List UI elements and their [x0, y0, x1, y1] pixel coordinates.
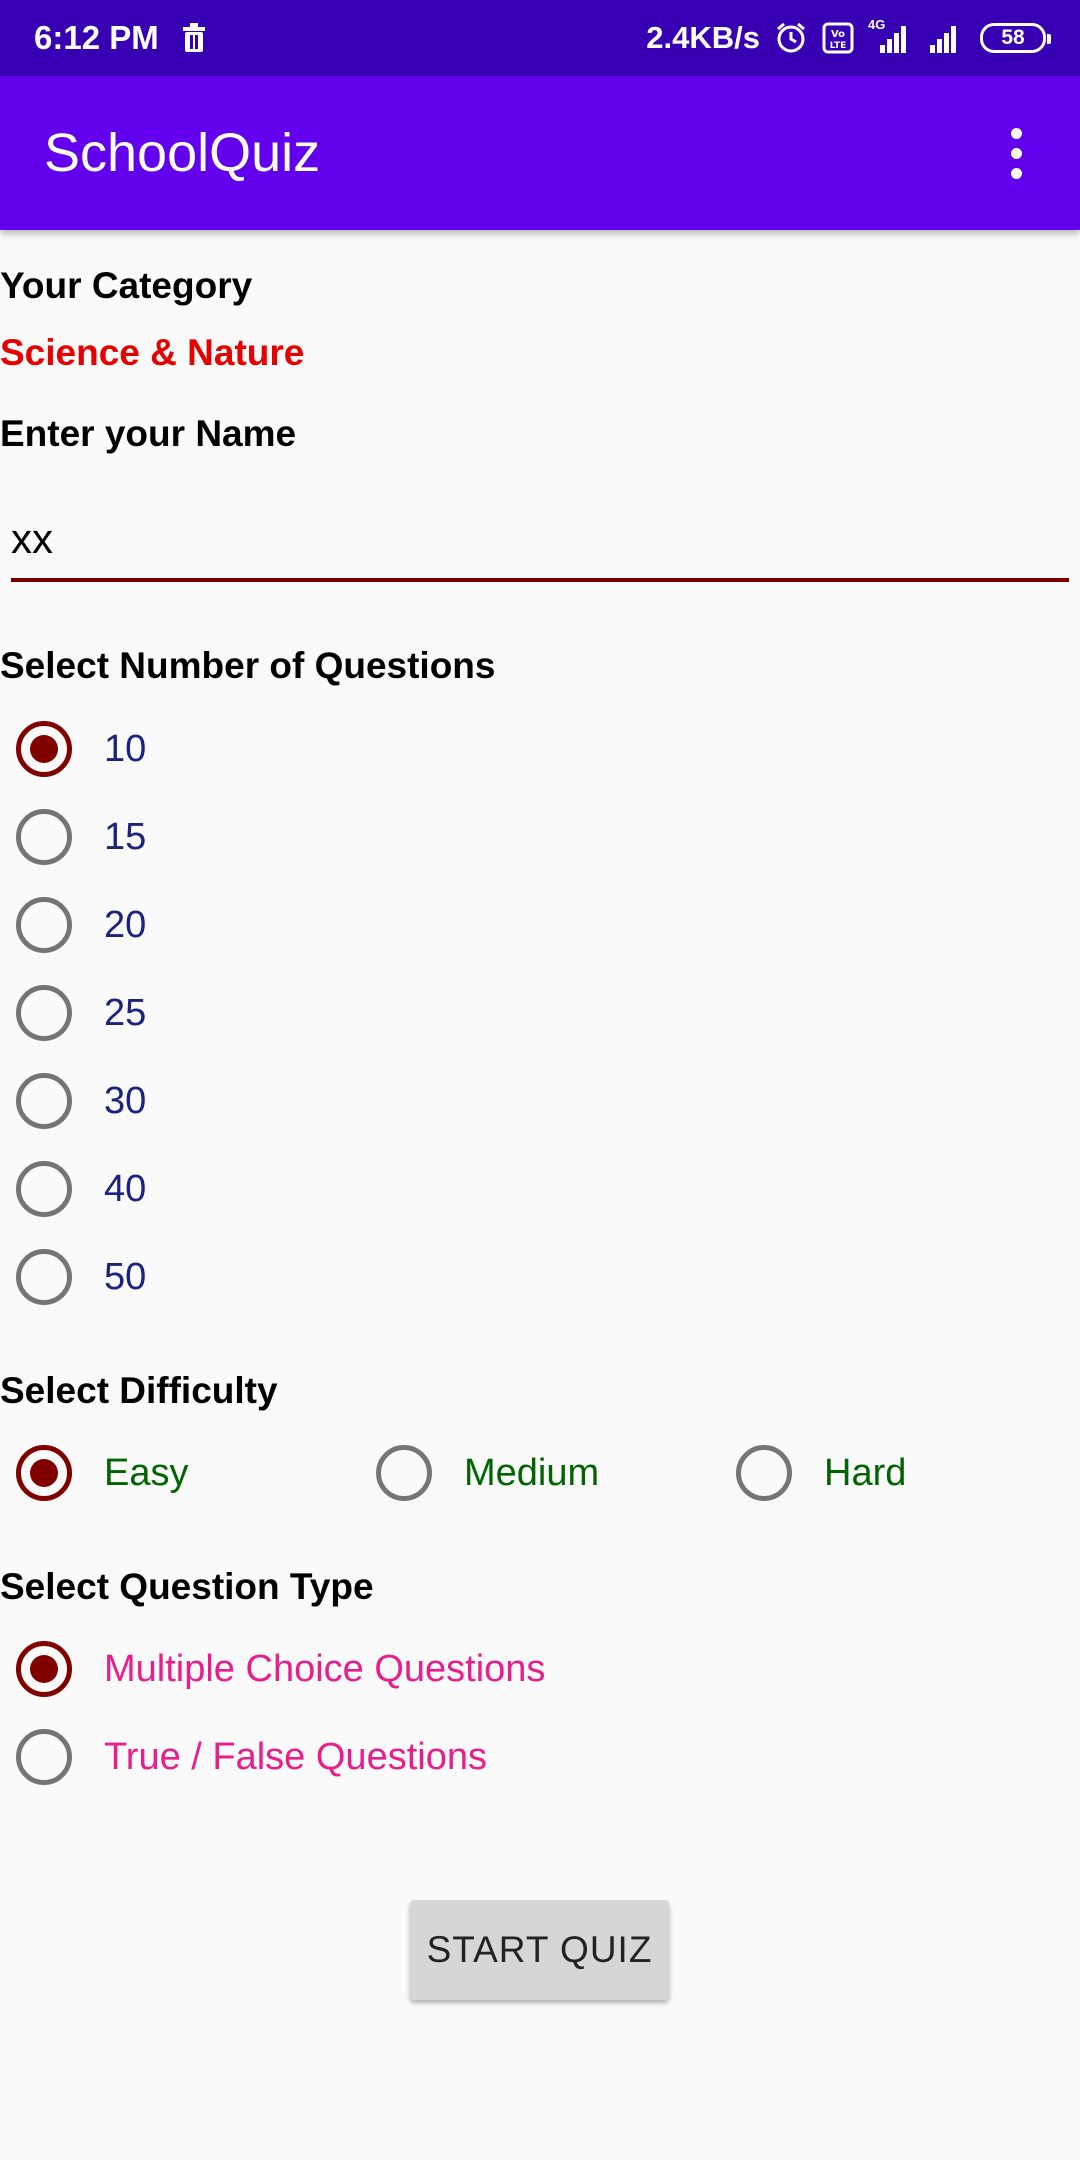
difficulty-label: Select Difficulty	[0, 1370, 278, 1411]
question-option-15[interactable]: 15	[0, 809, 146, 865]
question-option-25[interactable]: 25	[0, 985, 146, 1041]
trash-icon	[181, 23, 207, 53]
question-option-label: 10	[104, 727, 147, 770]
difficulty-option-medium[interactable]: Medium	[360, 1445, 599, 1501]
alarm-icon	[774, 21, 808, 55]
radio-button[interactable]	[376, 1445, 432, 1501]
start-quiz-button[interactable]: START QUIZ	[410, 1900, 669, 2000]
question-option-label: 30	[104, 1079, 147, 1122]
question-option-10[interactable]: 10	[0, 721, 146, 777]
radio-button[interactable]	[16, 1073, 72, 1129]
question-option-label: 40	[104, 1167, 147, 1210]
radio-button[interactable]	[16, 897, 72, 953]
question-type-label: Select Question Type	[0, 1566, 374, 1607]
radio-button[interactable]	[16, 1641, 72, 1697]
radio-button[interactable]	[16, 1161, 72, 1217]
signal-icon	[926, 23, 966, 53]
battery-icon: 58	[980, 23, 1051, 53]
network-speed: 2.4KB/s	[646, 20, 760, 55]
question-option-label: 20	[104, 903, 147, 946]
question-type-option-label: Multiple Choice Questions	[104, 1647, 546, 1690]
difficulty-option-hard[interactable]: Hard	[720, 1445, 906, 1501]
question-option-label: 50	[104, 1255, 147, 1298]
app-title: SchoolQuiz	[44, 123, 321, 183]
radio-button[interactable]	[16, 1249, 72, 1305]
status-bar: 6:12 PM 2.4KB/s Vo LTE 4G 58	[0, 0, 1080, 76]
name-input[interactable]	[11, 500, 1069, 582]
overflow-menu-icon[interactable]	[996, 123, 1036, 183]
name-label: Enter your Name	[0, 413, 297, 454]
status-time: 6:12 PM	[34, 19, 159, 56]
svg-text:LTE: LTE	[830, 41, 847, 51]
radio-button[interactable]	[16, 809, 72, 865]
difficulty-option-label: Easy	[104, 1451, 189, 1494]
question-option-label: 15	[104, 815, 147, 858]
question-type-mcq[interactable]: Multiple Choice Questions	[0, 1641, 545, 1697]
battery-level: 58	[1001, 26, 1025, 49]
question-option-label: 25	[104, 991, 147, 1034]
radio-button[interactable]	[736, 1445, 792, 1501]
question-option-30[interactable]: 30	[0, 1073, 146, 1129]
signal-icon: 4G	[868, 17, 912, 53]
question-option-50[interactable]: 50	[0, 1249, 146, 1305]
questions-label: Select Number of Questions	[0, 645, 496, 686]
difficulty-option-label: Hard	[824, 1451, 907, 1494]
difficulty-option-label: Medium	[464, 1451, 600, 1494]
network-type: 4G	[868, 17, 886, 32]
radio-button[interactable]	[16, 985, 72, 1041]
app-bar: SchoolQuiz	[0, 76, 1080, 230]
radio-button[interactable]	[16, 1729, 72, 1785]
difficulty-option-easy[interactable]: Easy	[0, 1445, 188, 1501]
category-label: Your Category	[0, 265, 253, 306]
question-option-20[interactable]: 20	[0, 897, 146, 953]
question-type-option-label: True / False Questions	[104, 1735, 487, 1778]
volte-icon: Vo LTE	[822, 22, 854, 54]
radio-button[interactable]	[16, 721, 72, 777]
category-value: Science & Nature	[0, 332, 305, 373]
svg-text:Vo: Vo	[831, 29, 845, 40]
radio-button[interactable]	[16, 1445, 72, 1501]
question-type-true-false[interactable]: True / False Questions	[0, 1729, 487, 1785]
question-option-40[interactable]: 40	[0, 1161, 146, 1217]
